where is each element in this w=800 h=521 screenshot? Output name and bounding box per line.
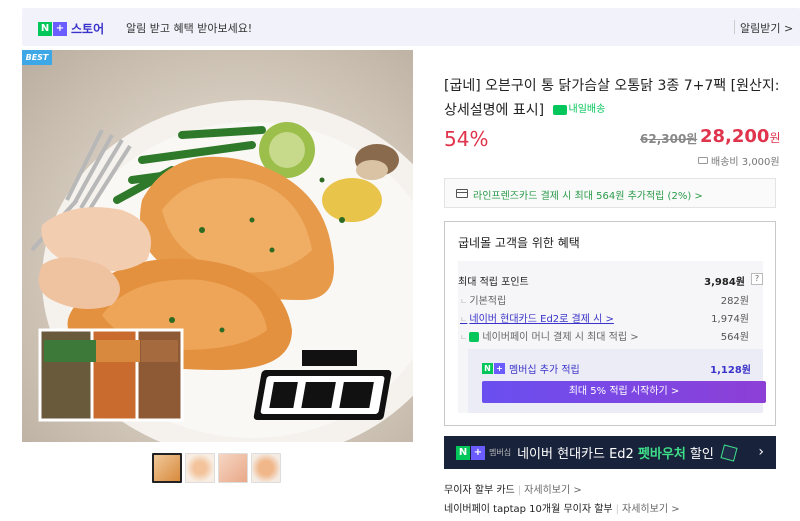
start-membership-button[interactable]: 최대 5% 적립 시작하기 > bbox=[482, 381, 766, 403]
chevron-right-icon[interactable]: › bbox=[758, 444, 764, 460]
naver-n-icon: N bbox=[482, 363, 493, 374]
card-graphic-icon bbox=[720, 443, 738, 462]
plus-icon: + bbox=[53, 21, 67, 36]
price-unit: 원 bbox=[769, 131, 781, 145]
shipping-fee-text: 배송비 3,000원 bbox=[711, 157, 780, 168]
naver-plus-store-logo: N + 스토어 bbox=[38, 20, 104, 37]
points-row-value: 282원 bbox=[720, 296, 749, 307]
plus-icon: + bbox=[471, 445, 485, 460]
thumbnail-3[interactable] bbox=[218, 453, 248, 483]
points-row-label[interactable]: 네이버페이 머니 결제 시 최대 적립 > bbox=[482, 332, 638, 343]
taptap-details-link[interactable]: 자세히보기 > bbox=[622, 504, 680, 515]
banner-message: 알림 받고 혜택 받아보세요! bbox=[126, 22, 253, 35]
membership-section: N + 멤버십 추가 적립 1,128원 최대 5% 적립 시작하기 > bbox=[468, 349, 766, 413]
thumbnail-1[interactable] bbox=[152, 453, 182, 483]
store-brand-label: 스토어 bbox=[71, 22, 105, 36]
naver-n-icon: N bbox=[456, 445, 470, 460]
points-row-value: 564원 bbox=[720, 332, 749, 343]
thumbnail-2[interactable] bbox=[185, 453, 215, 483]
card-promo-banner[interactable]: 라인프렌즈카드 결제 시 최대 564원 추가적립 (2%) > bbox=[444, 178, 776, 208]
points-row-hyundai-card[interactable]: 네이버 현대카드 Ed2로 결제 시 > 1,974원 bbox=[458, 310, 763, 326]
points-row-value: 1,974원 bbox=[711, 314, 749, 325]
membership-points-value: 1,128원 bbox=[710, 365, 751, 376]
best-badge: BEST bbox=[22, 50, 52, 65]
interest-free-card-row: 무이자 할부 카드 | 자세히보기 > bbox=[444, 481, 582, 496]
interest-free-details-link[interactable]: 자세히보기 > bbox=[524, 485, 582, 496]
membership-label: N + 멤버십 추가 적립 bbox=[482, 361, 580, 376]
notification-banner: N + 스토어 알림 받고 혜택 받아보세요! 알림받기 > bbox=[22, 8, 800, 46]
max-points-value: 3,984원 bbox=[704, 277, 745, 288]
ad-text-suffix: 할인 bbox=[685, 447, 714, 462]
max-points-label: 최대 적립 포인트 bbox=[458, 277, 529, 288]
hyundai-card-ad-banner[interactable]: N + 멤버십 네이버 현대카드 Ed2 펫바우처 할인 › bbox=[444, 436, 776, 469]
original-price: 62,300원 bbox=[640, 132, 698, 146]
taptap-label: 네이버페이 taptap 10개월 무이자 할부 bbox=[444, 504, 613, 515]
shipping-truck-icon bbox=[698, 157, 708, 164]
naverpay-icon bbox=[469, 332, 480, 342]
sale-price: 28,200원 bbox=[700, 126, 781, 147]
credit-card-icon bbox=[456, 189, 468, 198]
points-row-basic: 기본적립 282원 bbox=[458, 292, 763, 308]
discount-rate: 54% bbox=[444, 127, 489, 151]
delivery-badge-label: 내일배송 bbox=[568, 104, 606, 115]
product-title-text: [굽네] 오븐구이 통 닭가슴살 오통닭 3종 7+7팩 [원산지:상세설명에 … bbox=[444, 78, 780, 119]
ad-text-prefix: 네이버 현대카드 Ed2 bbox=[517, 447, 638, 462]
thumbnail-strip bbox=[152, 453, 281, 483]
points-row-label: 기본적립 bbox=[469, 292, 506, 307]
interest-free-label: 무이자 할부 카드 bbox=[444, 485, 515, 496]
points-breakdown: 최대 적립 포인트 3,984원 ? 기본적립 282원 네이버 현대카드 Ed… bbox=[458, 261, 766, 413]
next-day-delivery-badge: 내일배송 bbox=[552, 98, 606, 121]
truck-icon bbox=[552, 104, 567, 115]
benefit-panel: 굽네몰 고객을 위한 혜택 최대 적립 포인트 3,984원 ? 기본적립 28… bbox=[444, 221, 776, 426]
plus-icon: + bbox=[494, 363, 505, 374]
product-title: [굽네] 오븐구이 통 닭가슴살 오통닭 3종 7+7팩 [원산지:상세설명에 … bbox=[444, 75, 784, 123]
membership-label-text: 멤버십 추가 적립 bbox=[509, 365, 580, 376]
product-photo-illustration bbox=[30, 100, 413, 442]
points-row-label-wrap[interactable]: 네이버페이 머니 결제 시 최대 적립 > bbox=[469, 328, 639, 343]
alarm-subscribe-button[interactable]: 알림받기 > bbox=[740, 20, 793, 36]
card-promo-text: 라인프렌즈카드 결제 시 최대 564원 추가적립 (2%) > bbox=[473, 191, 703, 202]
ad-text-highlight: 펫바우처 bbox=[637, 447, 686, 462]
points-row-label[interactable]: 네이버 현대카드 Ed2로 결제 시 > bbox=[469, 310, 614, 325]
max-points-row: 최대 적립 포인트 3,984원 ? bbox=[458, 273, 763, 289]
naver-plus-membership-tag: N + 멤버십 bbox=[456, 445, 512, 460]
naver-n-icon: N bbox=[38, 21, 52, 36]
shipping-fee: 배송비 3,000원 bbox=[698, 153, 780, 168]
taptap-installment-row: 네이버페이 taptap 10개월 무이자 할부 | 자세히보기 > bbox=[444, 500, 680, 515]
sale-price-value: 28,200 bbox=[700, 126, 770, 147]
divider: | bbox=[615, 504, 620, 515]
ad-text: 네이버 현대카드 Ed2 펫바우처 할인 bbox=[517, 443, 714, 462]
divider bbox=[734, 20, 735, 34]
divider: | bbox=[517, 485, 522, 496]
points-row-naverpay-money[interactable]: 네이버페이 머니 결제 시 최대 적립 > 564원 bbox=[458, 328, 763, 344]
help-icon[interactable]: ? bbox=[751, 273, 763, 285]
product-main-image: BEST bbox=[22, 50, 413, 442]
thumbnail-4[interactable] bbox=[251, 453, 281, 483]
benefit-heading: 굽네몰 고객을 위한 혜택 bbox=[458, 236, 580, 250]
membership-tag-label: 멤버십 bbox=[489, 448, 512, 457]
